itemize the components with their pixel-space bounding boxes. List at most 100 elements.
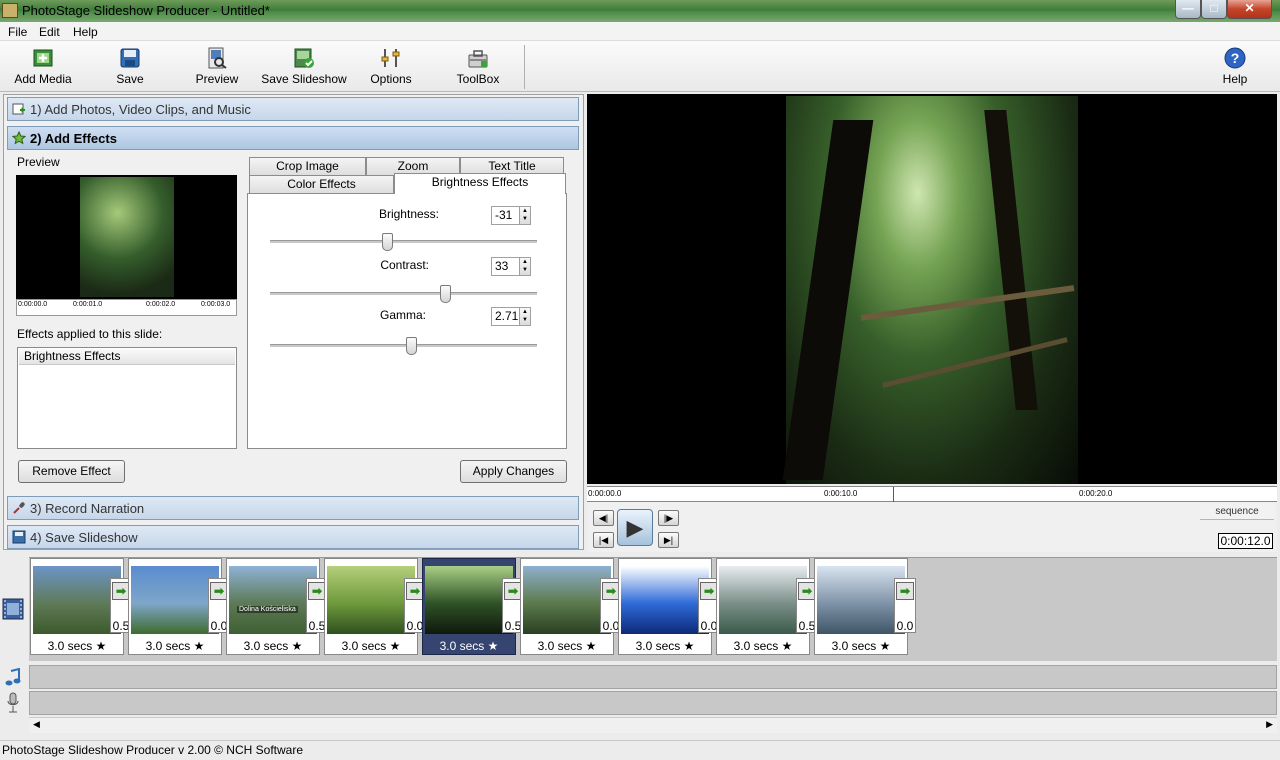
next-frame-button[interactable]: |▶ [658,510,679,526]
slide-duration-label: 3.0 secs [733,639,779,653]
microphone-icon [7,692,19,713]
step-record-narration[interactable]: 3) Record Narration [7,496,579,520]
help-button[interactable]: ? Help [1212,41,1258,91]
slide-duration[interactable]: 3.0 secs ★ [521,639,613,653]
slide-duration-label: 3.0 secs [341,639,387,653]
slide-caption: Dolina Kościeliska [237,606,298,613]
step-save-slideshow[interactable]: 4) Save Slideshow [7,525,579,549]
preview-label: Preview [195,72,239,86]
effect-star-icon[interactable]: ★ [386,639,401,653]
narration-track[interactable] [29,691,1277,715]
app-icon [2,3,18,18]
transition-duration: 0.0 [896,619,914,633]
brightness-slider-thumb[interactable] [382,233,393,251]
slide-duration-label: 3.0 secs [635,639,681,653]
help-label: Help [1222,72,1248,86]
preview-button[interactable]: Preview [186,41,248,91]
add-media-icon [33,49,53,67]
disk-icon [12,530,26,544]
slide-duration[interactable]: 3.0 secs ★ [423,639,515,653]
timeline-mark: 0:00:20.0 [1079,489,1113,498]
preview-timeline[interactable]: 0:00:00.0 0:00:10.0 0:00:20.0 [587,486,1277,502]
contrast-spinner[interactable]: ▲ ▼ [519,257,531,276]
minimize-button[interactable]: — [1175,0,1201,19]
effect-star-icon[interactable]: ★ [778,639,793,653]
slide-thumbnail [425,566,513,634]
status-bar: PhotoStage Slideshow Producer v 2.00 © N… [0,740,1280,760]
step-add-effects[interactable]: 2) Add Effects [7,126,579,150]
play-button[interactable]: ▶ [617,509,653,546]
microphone-icon [13,502,25,514]
player-controls [587,502,1277,552]
effect-star-icon[interactable]: ★ [876,639,891,653]
timecode-display: 0:00:12.0 [1218,533,1273,549]
options-button[interactable]: Options [362,41,420,91]
options-label: Options [370,72,412,86]
mini-ruler[interactable]: 0:00:00.0 0:00:01.0 0:00:02.0 0:00:03.0 [16,299,237,316]
scroll-right-icon[interactable]: ▶ [1266,719,1273,730]
slide-duration-label: 3.0 secs [439,639,485,653]
go-to-start-button[interactable]: |◀ [593,532,614,548]
save-button[interactable]: Save [100,41,160,91]
save-slideshow-button[interactable]: Save Slideshow [260,41,348,91]
save-label: Save [116,72,144,86]
title-bar: PhotoStage Slideshow Producer - Untitled… [0,0,1280,22]
add-media-label: Add Media [14,72,72,86]
brightness-track [270,240,537,243]
timeline-mark: 0:00:00.0 [588,489,622,498]
gamma-spinner[interactable]: ▲ ▼ [519,307,531,326]
slide-thumbnail [131,566,219,634]
effect-star-icon[interactable]: ★ [582,639,597,653]
brightness-spinner[interactable]: ▲ ▼ [519,206,531,225]
slide-duration[interactable]: 3.0 secs ★ [129,639,221,653]
previous-frame-button[interactable]: ◀| [593,510,614,526]
toolbox-button[interactable]: ToolBox [450,41,506,91]
transition-arrow-icon[interactable]: ➡ [896,582,914,600]
save-slideshow-label: Save Slideshow [261,72,347,86]
storyboard-scrollbar[interactable]: ◀ ▶ [29,717,1277,733]
gamma-slider-thumb[interactable] [406,337,417,355]
effect-star-icon[interactable]: ★ [288,639,303,653]
slide-thumbnail [621,566,709,634]
slide-duration[interactable]: 3.0 secs ★ [227,639,319,653]
sequence-tab[interactable]: sequence [1200,504,1274,520]
star-icon [12,131,26,145]
effects-list[interactable]: Brightness Effects [17,347,237,449]
slide-duration[interactable]: 3.0 secs ★ [325,639,417,653]
music-track[interactable] [29,665,1277,689]
maximize-button[interactable]: □ [1201,0,1227,19]
brightness-label: Brightness: [378,207,439,221]
effect-star-icon[interactable]: ★ [190,639,205,653]
slide-thumbnail [327,566,415,634]
tab-crop-image[interactable]: Crop Image [249,157,366,175]
effect-list-item[interactable]: Brightness Effects [19,349,235,365]
slide-thumbnail [33,566,121,634]
slide-duration[interactable]: 3.0 secs ★ [619,639,711,653]
add-media-button[interactable]: Add Media [8,41,78,91]
slide-duration[interactable]: 3.0 secs ★ [717,639,809,653]
apply-changes-button[interactable]: Apply Changes [460,460,567,483]
slide-duration[interactable]: 3.0 secs ★ [815,639,907,653]
menu-edit[interactable]: Edit [39,25,60,39]
tab-brightness-effects[interactable]: Brightness Effects [394,173,566,194]
step-3-label: 3) Record Narration [30,501,145,516]
go-to-end-button[interactable]: ▶| [658,532,679,548]
effect-star-icon[interactable]: ★ [92,639,107,653]
remove-effect-button[interactable]: Remove Effect [18,460,125,483]
gamma-track [270,344,537,347]
slide-thumbnail [719,566,807,634]
contrast-slider-thumb[interactable] [440,285,451,303]
close-button[interactable]: ✕ [1227,0,1272,19]
menu-file[interactable]: File [8,25,27,39]
gamma-label: Gamma: [379,308,426,322]
slide-transition[interactable]: ➡ 0.0 [894,578,916,633]
menu-help[interactable]: Help [73,25,98,39]
tab-color-effects[interactable]: Color Effects [249,175,394,193]
effect-star-icon[interactable]: ★ [680,639,695,653]
save-slideshow-icon [294,48,314,68]
scroll-left-icon[interactable]: ◀ [33,719,40,730]
step-add-photos[interactable]: 1) Add Photos, Video Clips, and Music [7,97,579,121]
step-1-label: 1) Add Photos, Video Clips, and Music [30,102,251,117]
effect-star-icon[interactable]: ★ [484,639,499,653]
slide-duration[interactable]: 3.0 secs ★ [31,639,123,653]
